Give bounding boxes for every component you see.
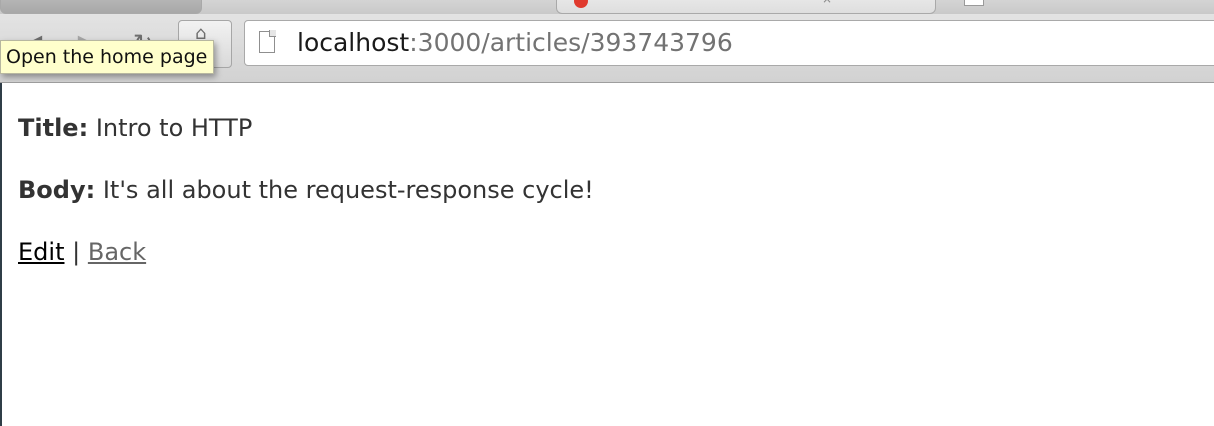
title-value: Intro to HTTP [95, 114, 253, 142]
home-button-tooltip: Open the home page [0, 40, 215, 74]
browser-tab[interactable] [0, 0, 202, 14]
body-row: Body: It's all about the request-respons… [18, 175, 1194, 205]
body-label: Body: [18, 176, 96, 204]
edit-link[interactable]: Edit [18, 238, 64, 266]
page-icon [259, 30, 276, 53]
url-path: :3000/articles/393743796 [409, 28, 733, 57]
url-text[interactable]: localhost:3000/articles/393743796 [297, 28, 733, 57]
url-host: localhost [297, 28, 410, 57]
title-row: Title: Intro to HTTP [18, 113, 1194, 143]
back-link[interactable]: Back [88, 238, 146, 266]
body-value: It's all about the request-response cycl… [102, 176, 594, 204]
article-content: Title: Intro to HTTP Body: It's all abou… [18, 113, 1194, 299]
new-tab-icon[interactable] [964, 0, 984, 6]
action-links: Edit | Back [18, 237, 1194, 267]
tab-strip: × [0, 0, 1214, 14]
title-label: Title: [18, 114, 89, 142]
link-separator: | [72, 238, 81, 266]
window-edge [0, 83, 2, 426]
address-bar[interactable]: localhost:3000/articles/393743796 [244, 20, 1214, 66]
browser-tab[interactable] [556, 0, 936, 14]
tab-close-icon[interactable]: × [822, 0, 832, 6]
